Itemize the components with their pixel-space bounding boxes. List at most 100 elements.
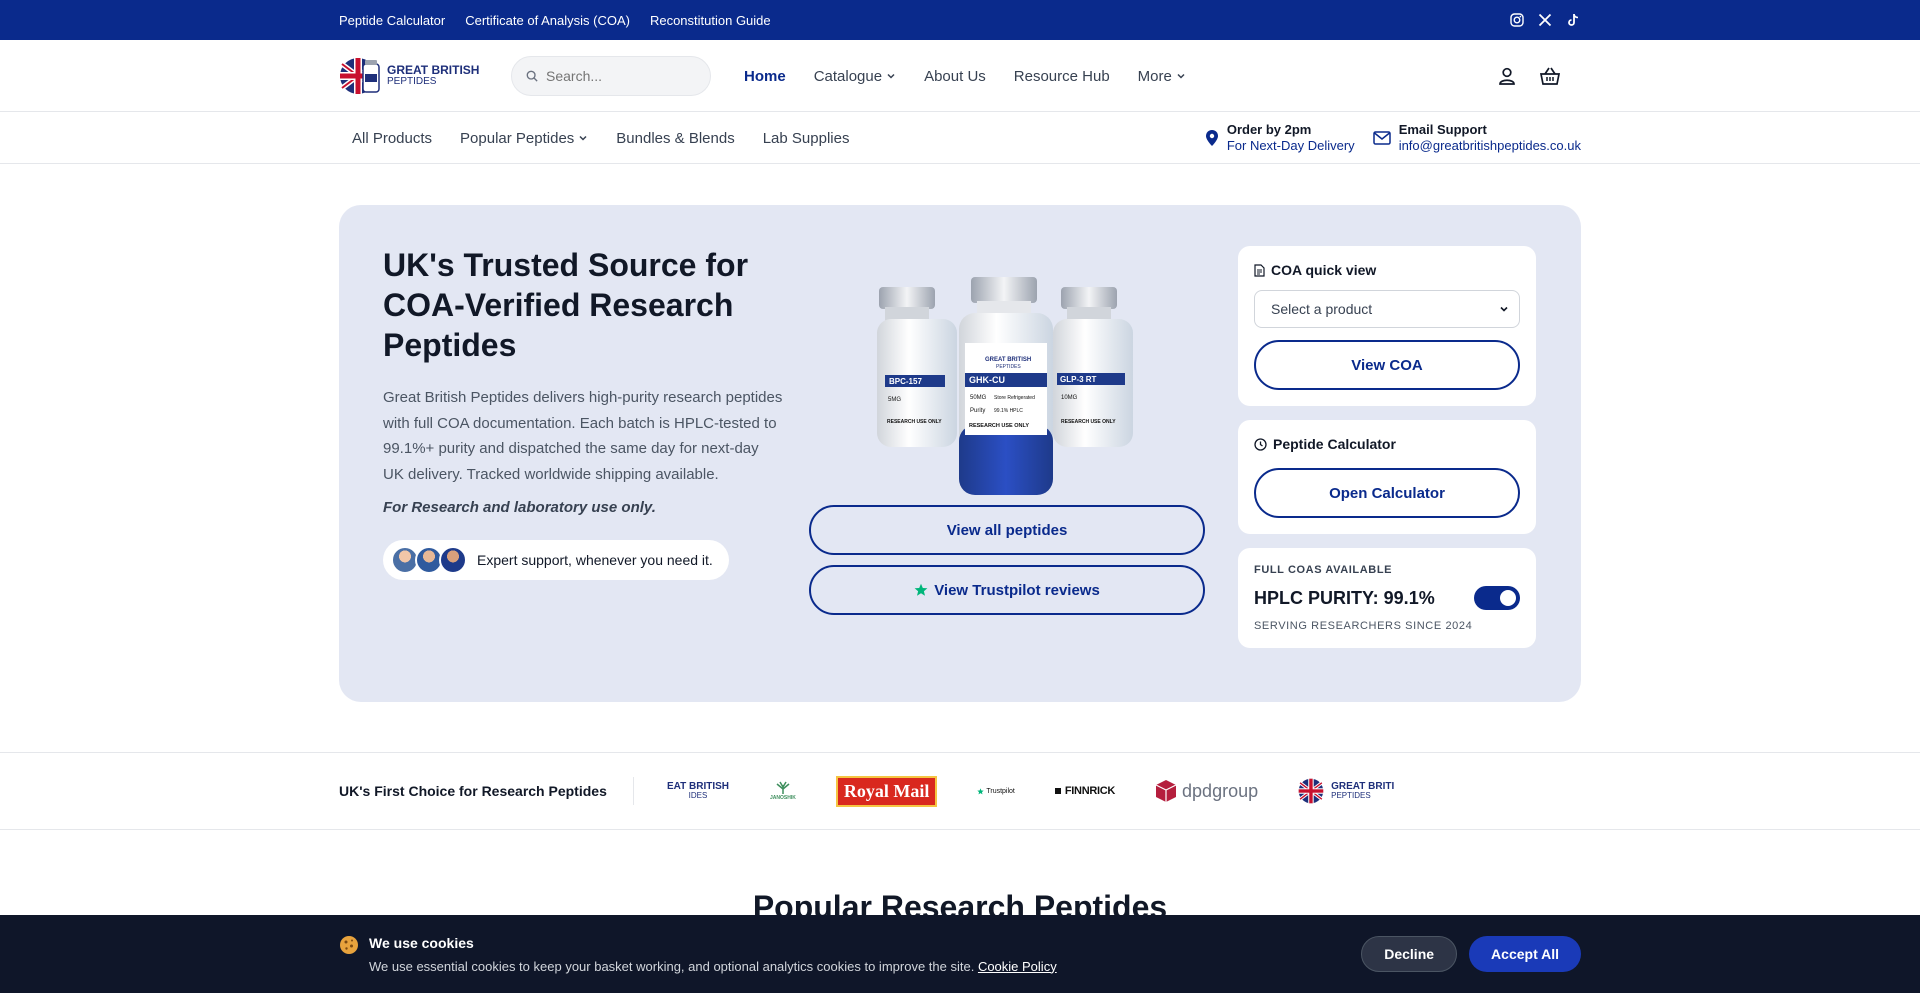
- logo-line-1: GREAT BRITISH: [387, 63, 480, 77]
- top-link-reconstitution-guide[interactable]: Reconstitution Guide: [650, 13, 771, 28]
- nav-resource-hub[interactable]: Resource Hub: [1014, 68, 1110, 85]
- chevron-down-icon: [1500, 306, 1508, 312]
- view-coa-button[interactable]: View COA: [1254, 340, 1520, 390]
- brand-logo[interactable]: GREAT BRITISH PEPTIDES: [339, 56, 509, 96]
- document-icon: [1254, 263, 1265, 277]
- x-icon[interactable]: [1537, 12, 1553, 28]
- user-icon[interactable]: [1497, 66, 1517, 86]
- toggle-knob: [1500, 590, 1516, 606]
- cat-lab-label: Lab Supplies: [762, 129, 850, 147]
- trust-strip: UK's First Choice for Research Peptides …: [0, 752, 1920, 830]
- nav-home-label: Home: [744, 67, 786, 85]
- vial-purity-val-2: 99.1% HPLC: [994, 408, 1023, 414]
- coa-product-select[interactable]: Select a product: [1254, 290, 1520, 328]
- location-pin-icon: [1205, 130, 1218, 146]
- dpd-text: dpdgroup: [1182, 780, 1259, 801]
- email-address-link[interactable]: info@greatbritishpeptides.co.uk: [1399, 138, 1581, 154]
- vial-purity-2: Purity: [970, 408, 985, 414]
- cat-all-products[interactable]: All Products: [352, 130, 432, 147]
- order-cutoff-info: Order by 2pm For Next-Day Delivery: [1205, 122, 1355, 154]
- star-icon: [977, 787, 985, 794]
- order-title: Order by 2pm: [1226, 122, 1312, 137]
- star-icon: [914, 583, 928, 596]
- decline-cookies-button[interactable]: Decline: [1361, 936, 1458, 972]
- cookie-policy-link[interactable]: Cookie Policy: [978, 959, 1057, 974]
- nav-resource-label: Resource Hub: [1013, 67, 1110, 85]
- nav-catalogue-label: Catalogue: [813, 67, 883, 85]
- hero-section: UK's Trusted Source for COA-Verified Res…: [339, 205, 1581, 702]
- janoshik-leaf-icon: [776, 781, 790, 794]
- purity-value: HPLC PURITY: 99.1%: [1254, 587, 1435, 608]
- social-links: [1509, 12, 1581, 28]
- vial-dose-3: 10MG: [1061, 395, 1078, 401]
- purity-toggle[interactable]: [1474, 586, 1520, 610]
- basket-icon[interactable]: [1539, 66, 1561, 86]
- nav-about-us[interactable]: About Us: [924, 68, 986, 85]
- instagram-icon[interactable]: [1509, 12, 1525, 28]
- purity-card: FULL COAS AVAILABLE HPLC PURITY: 99.1% S…: [1238, 548, 1536, 648]
- search-input[interactable]: [546, 68, 696, 84]
- tiktok-icon[interactable]: [1565, 12, 1581, 28]
- search-icon: [526, 70, 538, 82]
- royal-mail-logo: Royal Mail: [835, 775, 938, 807]
- search-box[interactable]: [511, 56, 711, 96]
- dpd-cube-icon: [1155, 780, 1177, 802]
- vial-brand-1: GREAT BRITISH: [985, 357, 1031, 363]
- finnrick-mark-icon: [1054, 788, 1061, 794]
- cat-popular-label: Popular Peptides: [460, 129, 575, 147]
- purity-card-label: FULL COAS AVAILABLE: [1254, 564, 1393, 576]
- vial-name-1: BPC-157: [889, 377, 922, 386]
- chevron-down-icon: [579, 135, 587, 141]
- peptide-vials-image: BPC-157 5MG RESEARCH USE ONLY GLP-3 RT 1…: [877, 277, 1133, 495]
- trustpilot-text: Trustpilot: [986, 787, 1015, 795]
- chevron-down-icon: [1177, 73, 1185, 79]
- janoshik-logo: JANOSHIK: [770, 781, 796, 801]
- view-trustpilot-reviews-button[interactable]: View Trustpilot reviews: [809, 565, 1205, 615]
- hero-disclaimer: For Research and laboratory use only.: [383, 499, 656, 516]
- view-all-peptides-button[interactable]: View all peptides: [809, 505, 1205, 555]
- vial-store-2: Store Refrigerated: [994, 395, 1035, 401]
- gbp-end-text: GREAT BRITI PEPTIDES: [1331, 781, 1395, 801]
- top-links: Peptide Calculator Certificate of Analys…: [339, 13, 771, 28]
- chevron-down-icon: [887, 73, 895, 79]
- union-flag-logo-icon: [1298, 778, 1324, 804]
- vial-brand-2: PEPTIDES: [996, 364, 1021, 370]
- support-avatars: [391, 546, 467, 574]
- nav-more[interactable]: More: [1138, 68, 1186, 85]
- top-link-peptide-calculator[interactable]: Peptide Calculator: [339, 13, 445, 28]
- cookie-icon: [340, 935, 358, 954]
- finnrick-logo: FINNRICK: [1054, 785, 1115, 797]
- trustpilot-logo: Trustpilot: [977, 788, 1015, 795]
- email-support-info: Email Support info@greatbritishpeptides.…: [1372, 122, 1581, 154]
- vial-ruo-2: RESEARCH USE ONLY: [969, 423, 1029, 429]
- cat-popular-peptides[interactable]: Popular Peptides: [460, 130, 588, 147]
- nav-home[interactable]: Home: [744, 68, 786, 85]
- vial-ruo-1: RESEARCH USE ONLY: [887, 419, 942, 425]
- partner-logos: EAT BRITISH IDES JANOSHIK Royal Mail Tru…: [666, 775, 1581, 807]
- open-calculator-button[interactable]: Open Calculator: [1254, 468, 1520, 518]
- top-link-coa[interactable]: Certificate of Analysis (COA): [465, 13, 630, 28]
- vial-name-3: GLP-3 RT: [1060, 375, 1097, 384]
- cookie-banner: We use cookies We use essential cookies …: [0, 915, 1920, 993]
- purity-row: HPLC PURITY: 99.1%: [1254, 586, 1520, 610]
- gbp-end-line1: GREAT BRITI: [1331, 781, 1395, 792]
- header-icons: [1497, 66, 1561, 86]
- janoshik-text: JANOSHIK: [770, 795, 796, 801]
- cat-all-label: All Products: [352, 129, 433, 147]
- gbp-end-line2: PEPTIDES: [1331, 791, 1371, 800]
- gbp-partial-text: EAT BRITISH: [666, 781, 730, 792]
- accept-all-cookies-button[interactable]: Accept All: [1469, 936, 1581, 972]
- logo-line-2: PEPTIDES: [387, 76, 437, 87]
- hero-copy: UK's Trusted Source for COA-Verified Res…: [383, 245, 783, 580]
- cat-bundles-blends[interactable]: Bundles & Blends: [616, 130, 734, 147]
- email-title: Email Support: [1398, 122, 1487, 137]
- calc-card-title-text: Peptide Calculator: [1273, 436, 1396, 452]
- serving-since: SERVING RESEARCHERS SINCE 2024: [1254, 620, 1473, 632]
- peptide-calculator-card: Peptide Calculator Open Calculator: [1238, 420, 1536, 534]
- avatar: [439, 546, 467, 574]
- gbp-logo-end: GREAT BRITI PEPTIDES: [1298, 776, 1394, 806]
- nav-catalogue[interactable]: Catalogue: [814, 68, 896, 85]
- cat-lab-supplies[interactable]: Lab Supplies: [763, 130, 850, 147]
- royal-mail-text: Royal Mail: [843, 780, 930, 801]
- nav-more-label: More: [1137, 67, 1172, 85]
